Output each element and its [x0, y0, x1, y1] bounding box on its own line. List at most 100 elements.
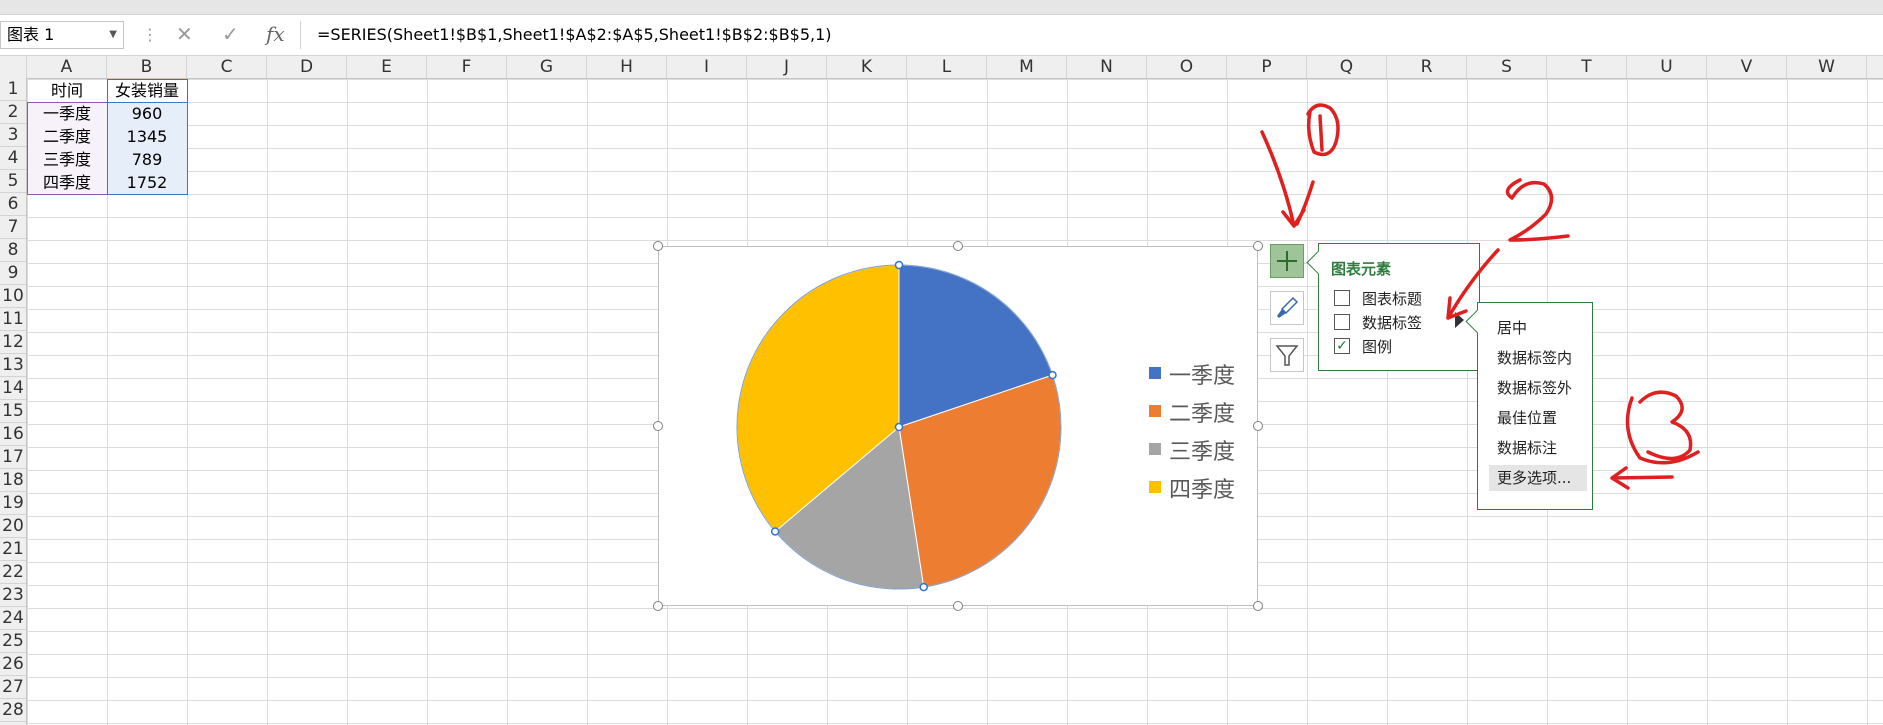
series-selection-handle[interactable]: [1048, 370, 1057, 380]
row-header-14[interactable]: 14: [0, 377, 26, 400]
column-header-u[interactable]: U: [1627, 56, 1707, 78]
cell-a1[interactable]: 时间: [27, 79, 107, 102]
row-header-8[interactable]: 8: [0, 239, 26, 262]
chart-elements-panel: 图表元素 图表标题 数据标签 ✓ 图例: [1306, 243, 1480, 371]
row-header-28[interactable]: 28: [0, 699, 26, 722]
select-all-corner[interactable]: [0, 56, 27, 78]
row-header-10[interactable]: 10: [0, 285, 26, 308]
checkbox-legend[interactable]: ✓: [1334, 338, 1350, 354]
cell-a2[interactable]: 一季度: [27, 102, 107, 125]
column-header-d[interactable]: D: [267, 56, 347, 78]
resize-handle-top[interactable]: [953, 241, 963, 251]
resize-handle-right[interactable]: [1253, 421, 1263, 431]
column-header-i[interactable]: I: [667, 56, 747, 78]
row-header-1[interactable]: 1: [0, 78, 26, 101]
brush-icon: [1277, 296, 1299, 318]
checkbox-chart-title[interactable]: [1334, 290, 1350, 306]
checkbox-data-labels[interactable]: [1334, 314, 1350, 330]
cell-b1[interactable]: 女装销量: [107, 79, 187, 102]
resize-handle-bottom-right[interactable]: [1253, 601, 1263, 611]
option-more-options[interactable]: 更多选项...: [1489, 465, 1587, 491]
row-header-22[interactable]: 22: [0, 561, 26, 584]
resize-handle-top-left[interactable]: [653, 241, 663, 251]
row-header-26[interactable]: 26: [0, 653, 26, 676]
resize-handle-bottom-left[interactable]: [653, 601, 663, 611]
series-selection-handle[interactable]: [894, 260, 904, 270]
row-header-5[interactable]: 5: [0, 170, 26, 193]
column-header-s[interactable]: S: [1467, 56, 1547, 78]
row-header-13[interactable]: 13: [0, 354, 26, 377]
resize-handle-bottom[interactable]: [953, 601, 963, 611]
option-inside-end[interactable]: 数据标签内: [1489, 345, 1587, 371]
row-header-12[interactable]: 12: [0, 331, 26, 354]
cell-b5[interactable]: 1752: [107, 171, 187, 194]
row-header-7[interactable]: 7: [0, 216, 26, 239]
chart-filters-button[interactable]: [1270, 338, 1304, 372]
column-header-f[interactable]: F: [427, 56, 507, 78]
row-header-16[interactable]: 16: [0, 423, 26, 446]
name-box[interactable]: 图表 1 ▼: [0, 21, 124, 49]
chevron-down-icon[interactable]: ▼: [109, 22, 117, 48]
cell-a5[interactable]: 四季度: [27, 171, 107, 194]
chart-styles-button[interactable]: [1270, 291, 1304, 325]
option-data-callout[interactable]: 数据标注: [1489, 435, 1587, 461]
series-selection-handle[interactable]: [919, 582, 928, 592]
row-header-21[interactable]: 21: [0, 538, 26, 561]
column-header-g[interactable]: G: [507, 56, 587, 78]
row-header-6[interactable]: 6: [0, 193, 26, 216]
cell-b4[interactable]: 789: [107, 148, 187, 171]
column-header-p[interactable]: P: [1227, 56, 1307, 78]
cell-b3[interactable]: 1345: [107, 125, 187, 148]
column-header-e[interactable]: E: [347, 56, 427, 78]
insert-function-icon[interactable]: fx: [266, 22, 285, 46]
cancel-icon[interactable]: ✕: [176, 22, 193, 46]
check-icon[interactable]: ✓: [222, 22, 239, 46]
name-box-value: 图表 1: [7, 25, 55, 44]
cell-a4[interactable]: 三季度: [27, 148, 107, 171]
column-header-j[interactable]: J: [747, 56, 827, 78]
row-header-4[interactable]: 4: [0, 147, 26, 170]
legend-swatch: [1149, 443, 1161, 455]
column-header-h[interactable]: H: [587, 56, 667, 78]
formula-input[interactable]: =SERIES(Sheet1!$B$1,Sheet1!$A$2:$A$5,She…: [300, 21, 1883, 49]
row-header-20[interactable]: 20: [0, 515, 26, 538]
column-header-l[interactable]: L: [907, 56, 987, 78]
column-header-r[interactable]: R: [1387, 56, 1467, 78]
cell-a3[interactable]: 二季度: [27, 125, 107, 148]
column-header-t[interactable]: T: [1547, 56, 1627, 78]
row-header-15[interactable]: 15: [0, 400, 26, 423]
column-header-m[interactable]: M: [987, 56, 1067, 78]
column-header-a[interactable]: A: [27, 56, 107, 78]
row-header-3[interactable]: 3: [0, 124, 26, 147]
column-header-n[interactable]: N: [1067, 56, 1147, 78]
option-center[interactable]: 居中: [1489, 315, 1587, 341]
row-header-23[interactable]: 23: [0, 584, 26, 607]
chart-elements-button[interactable]: [1270, 244, 1304, 278]
row-header-9[interactable]: 9: [0, 262, 26, 285]
series-selection-handle[interactable]: [894, 422, 904, 432]
cell-b2[interactable]: 960: [107, 102, 187, 125]
option-best-fit[interactable]: 最佳位置: [1489, 405, 1587, 431]
column-header-q[interactable]: Q: [1307, 56, 1387, 78]
column-header-w[interactable]: W: [1787, 56, 1867, 78]
resize-handle-top-right[interactable]: [1253, 241, 1263, 251]
row-header-25[interactable]: 25: [0, 630, 26, 653]
column-header-v[interactable]: V: [1707, 56, 1787, 78]
resize-handle-left[interactable]: [653, 421, 663, 431]
row-header-11[interactable]: 11: [0, 308, 26, 331]
option-outside-end[interactable]: 数据标签外: [1489, 375, 1587, 401]
row-header-18[interactable]: 18: [0, 469, 26, 492]
submenu-arrow-icon[interactable]: [1455, 312, 1464, 328]
row-header-27[interactable]: 27: [0, 676, 26, 699]
column-header-c[interactable]: C: [187, 56, 267, 78]
column-header-k[interactable]: K: [827, 56, 907, 78]
column-header-b[interactable]: B: [107, 56, 187, 78]
row-header-17[interactable]: 17: [0, 446, 26, 469]
chart-area[interactable]: 一季度 二季度 三季度 四季度: [653, 241, 1263, 611]
row-header-2[interactable]: 2: [0, 101, 26, 124]
row-header-24[interactable]: 24: [0, 607, 26, 630]
series-selection-handle[interactable]: [770, 527, 780, 536]
legend-label: 四季度: [1169, 478, 1236, 503]
row-header-19[interactable]: 19: [0, 492, 26, 515]
column-header-o[interactable]: O: [1147, 56, 1227, 78]
